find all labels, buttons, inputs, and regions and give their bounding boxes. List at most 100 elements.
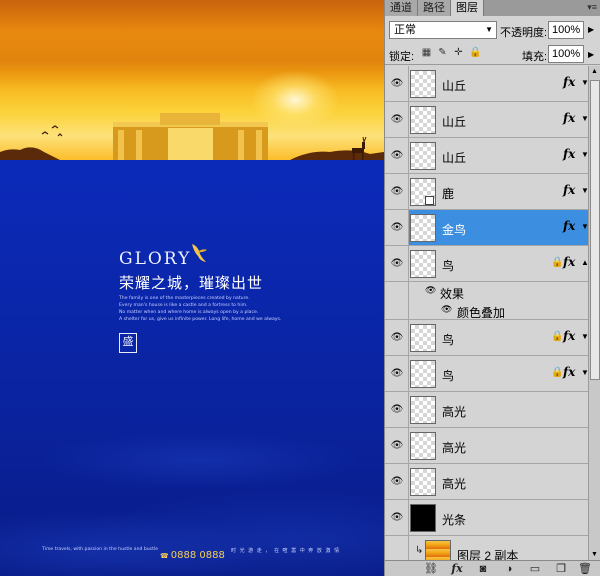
eye-icon[interactable]: 👁 bbox=[389, 257, 405, 271]
new-layer-icon[interactable]: ❐ bbox=[553, 562, 569, 576]
layer-row-selected[interactable]: 👁 金鸟 fx ▼ bbox=[385, 210, 588, 246]
layer-thumbnail bbox=[410, 504, 436, 532]
fx-icon[interactable]: fx bbox=[563, 111, 575, 125]
body-line: Every man's house is like a castle and a… bbox=[119, 303, 248, 308]
eye-icon[interactable]: 👁 bbox=[425, 285, 436, 296]
effects-row[interactable]: 👁 效果 bbox=[385, 282, 588, 301]
fx-icon[interactable]: fx bbox=[563, 365, 575, 379]
visibility-column bbox=[385, 301, 409, 319]
layer-thumbnail bbox=[425, 540, 451, 560]
eye-icon[interactable]: 👁 bbox=[389, 439, 405, 453]
layer-row[interactable]: 👁 鸟 🔒 fx ▲ bbox=[385, 246, 588, 282]
eye-icon[interactable]: 👁 bbox=[389, 403, 405, 417]
layer-row[interactable]: 👁 鸟 🔒 fx ▼ bbox=[385, 320, 588, 356]
eye-icon[interactable]: 👁 bbox=[389, 511, 405, 525]
lock-all-icon[interactable]: 🔒 bbox=[469, 47, 481, 58]
fx-icon[interactable]: fx bbox=[563, 255, 575, 269]
layer-name: 高光 bbox=[442, 477, 467, 491]
visibility-column bbox=[385, 282, 409, 301]
layer-row[interactable]: 👁 鸟 🔒 fx ▼ bbox=[385, 356, 588, 392]
chevron-down-icon[interactable]: ▼ bbox=[581, 114, 588, 123]
link-icon[interactable]: ⛓ bbox=[423, 562, 439, 576]
chevron-down-icon[interactable]: ▼ bbox=[581, 368, 588, 377]
clipping-arrow-icon: ↳ bbox=[415, 545, 424, 556]
chevron-down-icon[interactable]: ▼ bbox=[581, 332, 588, 341]
birds bbox=[41, 125, 63, 137]
chevron-up-icon[interactable]: ▲ bbox=[581, 258, 588, 267]
tab-channels[interactable]: 通道 bbox=[385, 0, 418, 16]
tab-layers[interactable]: 图层 bbox=[451, 0, 484, 16]
eye-icon[interactable]: 👁 bbox=[389, 77, 405, 91]
eye-icon[interactable]: 👁 bbox=[389, 331, 405, 345]
smart-object-icon bbox=[425, 196, 434, 205]
panel-menu-icon[interactable]: ▾≡ bbox=[587, 2, 597, 13]
body-line: No matter when and where home is always … bbox=[119, 310, 259, 315]
footer-slogan: Time travels, with passion in the hustle… bbox=[42, 547, 158, 552]
layer-thumbnail bbox=[410, 360, 436, 388]
opacity-slider-arrow-icon[interactable]: ▶ bbox=[588, 25, 594, 34]
fx-icon[interactable]: fx bbox=[563, 75, 575, 89]
chevron-down-icon[interactable]: ▼ bbox=[581, 222, 588, 231]
chevron-down-icon[interactable]: ▼ bbox=[581, 150, 588, 159]
fx-icon[interactable]: fx bbox=[449, 562, 465, 576]
effects-label: 效果 bbox=[440, 287, 465, 301]
layer-row[interactable]: 👁 高光 bbox=[385, 392, 588, 428]
fx-icon[interactable]: fx bbox=[563, 219, 575, 233]
eye-icon[interactable]: 👁 bbox=[389, 113, 405, 127]
folder-icon[interactable]: ▭ bbox=[527, 562, 543, 576]
tab-paths[interactable]: 路径 bbox=[418, 0, 451, 16]
chevron-down-icon: ▼ bbox=[485, 25, 493, 34]
lock-transparency-icon[interactable]: ▦ bbox=[421, 47, 432, 58]
lock-pixels-icon[interactable]: ✎ bbox=[437, 47, 448, 58]
layers-list: 👁 山丘 fx ▼ 👁 山丘 fx ▼ 👁 山丘 fx ▼ 👁 鹿 fx ▼ 👁… bbox=[385, 66, 588, 560]
fx-icon[interactable]: fx bbox=[563, 329, 575, 343]
layer-row[interactable]: 👁 山丘 fx ▼ bbox=[385, 102, 588, 138]
document-canvas[interactable]: GLORY 荣耀之城，璀璨出世 The family is one of the… bbox=[0, 0, 384, 576]
layer-thumbnail bbox=[410, 214, 436, 242]
scroll-down-icon[interactable]: ▼ bbox=[591, 551, 598, 558]
layer-row[interactable]: 👁 高光 bbox=[385, 464, 588, 500]
eye-icon[interactable]: 👁 bbox=[441, 304, 452, 315]
opacity-field[interactable]: 100% bbox=[548, 21, 584, 39]
eye-icon[interactable]: 👁 bbox=[389, 185, 405, 199]
eye-icon[interactable]: 👁 bbox=[389, 475, 405, 489]
fill-label: 填充: bbox=[522, 51, 548, 63]
adjustment-icon[interactable]: ◑ bbox=[501, 562, 517, 576]
body-line: A shelter for us, give us infinite power… bbox=[119, 317, 282, 322]
chevron-down-icon[interactable]: ▼ bbox=[581, 78, 588, 87]
visibility-column bbox=[385, 536, 409, 560]
effect-label: 颜色叠加 bbox=[457, 306, 506, 320]
layer-row[interactable]: 👁 鹿 fx ▼ bbox=[385, 174, 588, 210]
layer-row[interactable]: 👁 山丘 fx ▼ bbox=[385, 66, 588, 102]
layer-thumbnail bbox=[410, 468, 436, 496]
eye-icon[interactable]: 👁 bbox=[389, 367, 405, 381]
footer-phone: 0888 0888 bbox=[170, 550, 225, 561]
layer-name: 鸟 bbox=[442, 333, 455, 347]
hill-left bbox=[0, 147, 60, 160]
trash-icon[interactable]: 🗑 bbox=[577, 562, 593, 576]
layer-row[interactable]: ↳ 图层 2 副本 bbox=[385, 536, 588, 560]
effect-item-color-overlay[interactable]: 👁 颜色叠加 bbox=[385, 301, 588, 320]
scroll-thumb[interactable] bbox=[590, 80, 600, 380]
mask-icon[interactable]: ◙ bbox=[475, 562, 491, 576]
lock-position-icon[interactable]: ✛ bbox=[453, 47, 464, 58]
fx-icon[interactable]: fx bbox=[563, 183, 575, 197]
fill-slider-arrow-icon[interactable]: ▶ bbox=[588, 50, 594, 59]
blend-mode-value: 正常 bbox=[394, 24, 416, 36]
fx-icon[interactable]: fx bbox=[563, 147, 575, 161]
eye-icon[interactable]: 👁 bbox=[389, 221, 405, 235]
layer-name: 鹿 bbox=[442, 187, 455, 201]
footer-chinese-slogan: 时 光 游 走 ， 在 喧 嚣 中 奔 放 激 情 bbox=[231, 548, 341, 554]
layer-thumbnail bbox=[410, 324, 436, 352]
eye-icon[interactable]: 👁 bbox=[389, 149, 405, 163]
blend-mode-select[interactable]: 正常 ▼ bbox=[389, 21, 497, 39]
fill-field[interactable]: 100% bbox=[548, 45, 584, 63]
layer-thumbnail bbox=[410, 250, 436, 278]
layers-scrollbar[interactable]: ▲ ▼ bbox=[588, 66, 600, 560]
chevron-down-icon[interactable]: ▼ bbox=[581, 186, 588, 195]
scroll-up-icon[interactable]: ▲ bbox=[591, 68, 598, 75]
layer-name: 鸟 bbox=[442, 259, 455, 273]
layer-row[interactable]: 👁 高光 bbox=[385, 428, 588, 464]
layer-row[interactable]: 👁 光条 bbox=[385, 500, 588, 536]
layer-row[interactable]: 👁 山丘 fx ▼ bbox=[385, 138, 588, 174]
